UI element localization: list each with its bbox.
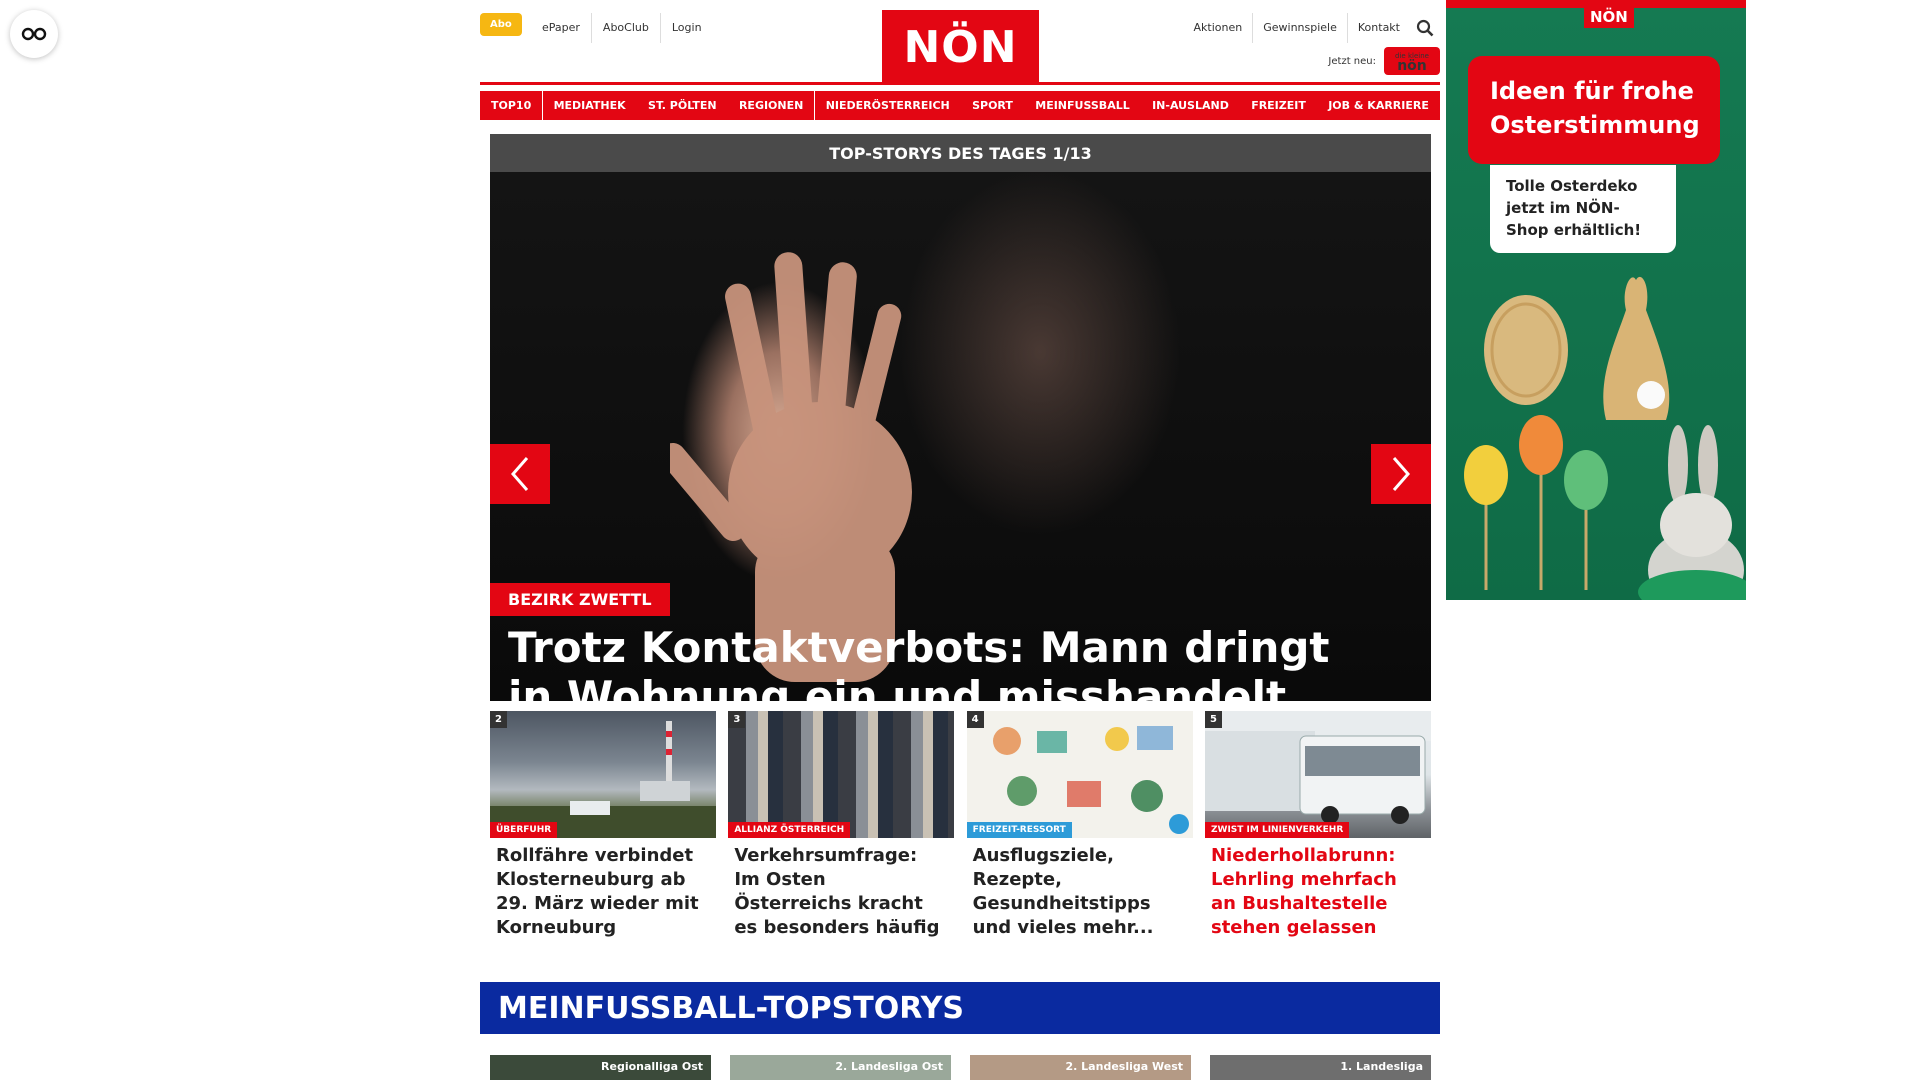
kleine-logo-big-text: nön [1397,58,1427,74]
site-header: Abo ePaper AboClub Login NÖN Aktionen Ge… [480,0,1440,84]
slider-header: TOP-STORYS DES TAGES 1/13 [490,134,1431,172]
story-image[interactable]: 2 ÜBERFUHR [490,711,716,838]
story-card[interactable]: 5 ZWIST IM LINIENVERKEHR Niederhollabrun… [1204,711,1431,940]
story-image[interactable]: 4 FREIZEIT-RESSORT [966,711,1193,838]
story-tag[interactable]: ALLIANZ ÖSTERREICH [728,822,851,838]
fussball-story-card[interactable]: 2. Landesliga Ost [730,1055,951,1080]
abo-button[interactable]: Abo [480,13,522,36]
story-card[interactable]: 2 ÜBERFUHR Rollfähre verbindet Klosterne… [490,711,716,940]
chimney-illustration [490,721,716,838]
nav-item-meinfussball[interactable]: MEINFUSSBALL [1024,91,1141,120]
slider-prev-button[interactable] [490,444,550,504]
login-link[interactable]: Login [661,13,713,43]
nav-item-sport[interactable]: SPORT [961,91,1024,120]
nav-item-job-karriere[interactable]: JOB & KARRIERE [1317,91,1440,120]
hero-category-badge[interactable]: BEZIRK ZWETTL [490,583,670,616]
story-number: 5 [1204,711,1222,728]
noen-logo[interactable]: NÖN [882,10,1039,84]
story-number: 4 [966,711,984,728]
story-number: 3 [728,711,746,728]
aboclub-link[interactable]: AboClub [592,13,661,43]
nav-item-niederoesterreich[interactable]: NIEDERÖSTERREICH [814,91,961,120]
easter-shop-ad[interactable]: NÖN Ideen für frohe Osterstimmung Tolle … [1446,0,1746,600]
aktionen-link[interactable]: Aktionen [1184,13,1254,43]
nav-item-st-poelten[interactable]: ST. PÖLTEN [637,91,728,120]
fussball-story-card[interactable]: 1. Landesliga [1210,1055,1431,1080]
nav-item-top10[interactable]: TOP10 [480,91,543,120]
meinfussball-stories: Regionalliga Ost 2. Landesliga Ost 2. La… [490,1055,1431,1080]
nav-item-freizeit[interactable]: FREIZEIT [1240,91,1317,120]
nav-item-regionen[interactable]: REGIONEN [727,91,815,120]
hand-photo-illustration [670,252,912,682]
chevron-right-icon [1392,457,1410,491]
reader-mode-button[interactable] [10,10,58,58]
story-card[interactable]: 3 ALLIANZ ÖSTERREICH Verkehrsumfrage: Im… [728,711,955,940]
league-label: Regionalliga Ost [601,1060,703,1073]
fussball-story-card[interactable]: Regionalliga Ost [490,1055,711,1080]
story-image[interactable]: 5 ZWIST IM LINIENVERKEHR [1204,711,1431,838]
league-label: 2. Landesliga Ost [835,1060,943,1073]
top-links: ePaper AboClub Login [531,13,713,43]
fussball-story-card[interactable]: 2. Landesliga West [970,1055,1191,1080]
kontakt-link[interactable]: Kontakt [1348,13,1410,43]
hero-headline[interactable]: Trotz Kontaktverbots: Mann dringt in Woh… [508,623,1358,701]
top-stories-slider[interactable]: TOP-STORYS DES TAGES 1/13 BEZIRK ZWETTL … [490,134,1431,701]
epaper-link[interactable]: ePaper [531,13,592,43]
meinfussball-section-title[interactable]: MEINFUSSBALL-TOPSTORYS [480,982,1440,1034]
bus-illustration [1204,711,1431,824]
ad-photo-credit [1734,10,1744,120]
league-label: 2. Landesliga West [1065,1060,1183,1073]
slider-next-button[interactable] [1371,444,1431,504]
kleine-noen-logo[interactable]: die kleine nön [1384,47,1440,75]
story-image[interactable]: 3 ALLIANZ ÖSTERREICH [728,711,955,838]
story-tag[interactable]: FREIZEIT-RESSORT [966,822,1072,838]
league-label: 1. Landesliga [1340,1060,1423,1073]
ad-headline: Ideen für frohe Osterstimmung [1468,56,1720,164]
story-cards: 2 ÜBERFUHR Rollfähre verbindet Klosterne… [490,711,1431,940]
leisure-illustration [992,726,1173,812]
glasses-icon [21,27,47,41]
chevron-left-icon [511,457,529,491]
nav-item-in-ausland[interactable]: IN-AUSLAND [1141,91,1240,120]
right-links: Aktionen Gewinnspiele Kontakt [1184,13,1440,43]
story-tag[interactable]: ÜBERFUHR [490,822,558,838]
hero-image[interactable]: BEZIRK ZWETTL Trotz Kontaktverbots: Mann… [490,172,1431,701]
header-divider [480,82,1440,85]
easter-decor-illustration [1464,276,1746,600]
ad-noen-logo: NÖN [1584,6,1634,28]
gewinnspiele-link[interactable]: Gewinnspiele [1253,13,1348,43]
jetzt-neu-label: Jetzt neu: [1328,55,1376,67]
story-title[interactable]: Ausflugsziele, Rezepte, Gesundheitstipps… [967,838,1193,940]
story-tag[interactable]: ZWIST IM LINIENVERKEHR [1204,822,1350,838]
ad-subtext: Tolle Osterdeko jetzt im NÖN-Shop erhält… [1490,165,1676,253]
story-title[interactable]: Verkehrsumfrage: Im Osten Österreichs kr… [728,838,954,940]
nav-item-mediathek[interactable]: MEDIATHEK [542,91,637,120]
main-nav: TOP10 MEDIATHEK ST. PÖLTEN REGIONEN NIED… [480,91,1440,121]
story-title[interactable]: Niederhollabrunn: Lehrling mehrfach an B… [1205,838,1431,940]
story-card[interactable]: 4 FREIZEIT-RESSORT Ausflugsziele, Rezept… [966,711,1193,940]
jetzt-neu: Jetzt neu: die kleine nön [1328,47,1440,75]
search-icon[interactable] [1410,13,1440,43]
story-title[interactable]: Rollfähre verbindet Klosterneuburg ab 29… [490,838,716,940]
story-number: 2 [490,711,507,728]
camera-icon [1168,814,1189,834]
